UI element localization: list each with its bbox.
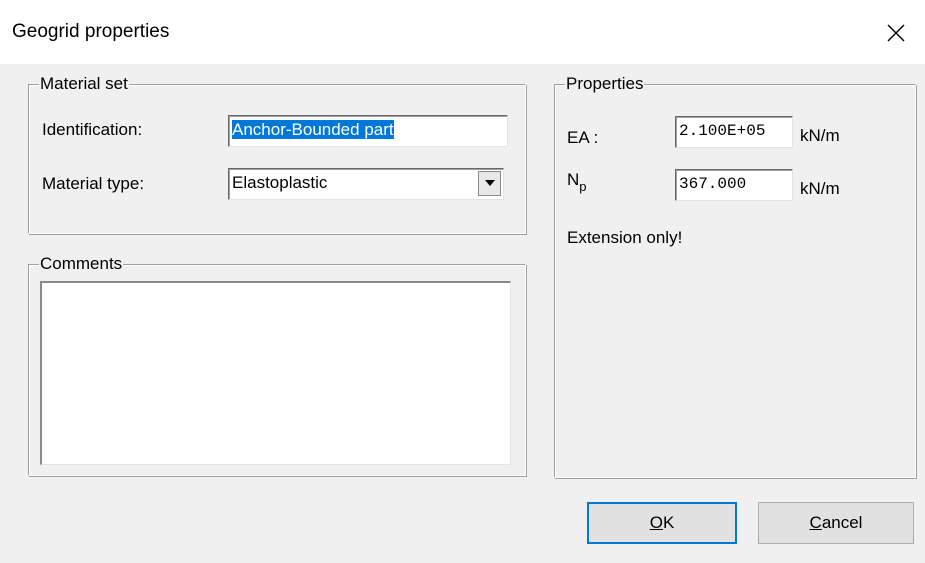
np-label: Np (567, 169, 587, 194)
identification-input[interactable]: Anchor-Bounded part (228, 115, 508, 147)
material-set-group: Material set Identification: Anchor-Boun… (28, 74, 526, 234)
comments-group: Comments (28, 254, 526, 476)
cancel-label-rest: ancel (821, 513, 863, 532)
np-label-main: N (567, 170, 580, 189)
material-set-legend: Material set (39, 74, 129, 94)
cancel-mnemonic: C (809, 513, 822, 532)
ok-label-rest: K (662, 513, 675, 532)
np-input[interactable]: 367.000 (675, 169, 793, 201)
identification-value: Anchor-Bounded part (232, 120, 394, 139)
comments-textarea[interactable] (40, 281, 511, 465)
material-type-dropdown-button[interactable] (478, 171, 501, 196)
ea-input[interactable]: 2.100E+05 (675, 116, 793, 148)
ok-mnemonic: O (649, 513, 663, 532)
properties-group: Properties EA : 2.100E+05 kN/m Np 367.00… (554, 74, 916, 478)
ea-value: 2.100E+05 (679, 122, 766, 140)
ea-unit: kN/m (800, 126, 840, 145)
ok-button[interactable]: OK (587, 502, 737, 544)
close-icon (887, 24, 905, 42)
identification-label: Identification: (42, 120, 143, 139)
cancel-button[interactable]: Cancel (758, 502, 914, 544)
np-unit: kN/m (800, 179, 840, 198)
material-type-label: Material type: (42, 174, 145, 193)
material-type-value: Elastoplastic (232, 173, 328, 192)
title-bar: Geogrid properties (0, 0, 925, 64)
ea-label: EA : (567, 128, 599, 147)
np-label-subscript: p (579, 179, 587, 194)
material-type-select[interactable]: Elastoplastic (228, 168, 504, 200)
np-value: 367.000 (679, 175, 747, 193)
chevron-down-icon (485, 180, 495, 186)
close-button[interactable] (867, 0, 925, 64)
comments-legend: Comments (39, 254, 124, 274)
properties-legend: Properties (565, 74, 645, 94)
dialog-title: Geogrid properties (12, 21, 170, 42)
geogrid-properties-dialog: Geogrid properties Material set Identifi… (0, 0, 925, 563)
dialog-body: Material set Identification: Anchor-Boun… (0, 64, 925, 563)
extension-note: Extension only! (567, 228, 683, 247)
